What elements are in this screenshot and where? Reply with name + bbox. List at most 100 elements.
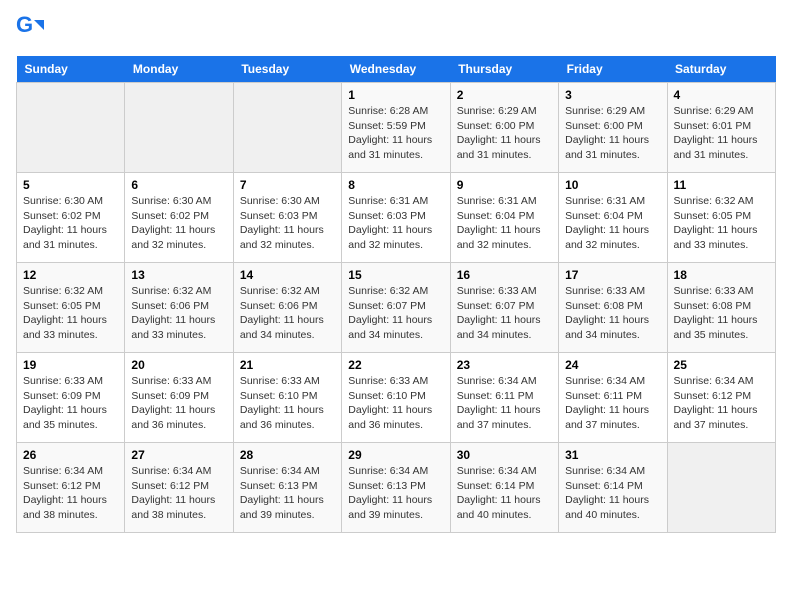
calendar-cell (667, 443, 775, 533)
day-info: Sunrise: 6:33 AMSunset: 6:09 PMDaylight:… (23, 374, 118, 433)
day-info: Sunrise: 6:29 AMSunset: 6:00 PMDaylight:… (565, 104, 660, 163)
calendar-cell (125, 83, 233, 173)
weekday-header-monday: Monday (125, 56, 233, 83)
calendar-cell: 20Sunrise: 6:33 AMSunset: 6:09 PMDayligh… (125, 353, 233, 443)
day-info: Sunrise: 6:28 AMSunset: 5:59 PMDaylight:… (348, 104, 443, 163)
day-info: Sunrise: 6:34 AMSunset: 6:11 PMDaylight:… (457, 374, 552, 433)
day-number: 6 (131, 178, 226, 192)
day-info: Sunrise: 6:33 AMSunset: 6:07 PMDaylight:… (457, 284, 552, 343)
day-info: Sunrise: 6:33 AMSunset: 6:10 PMDaylight:… (348, 374, 443, 433)
day-info: Sunrise: 6:32 AMSunset: 6:05 PMDaylight:… (674, 194, 769, 253)
day-info: Sunrise: 6:34 AMSunset: 6:13 PMDaylight:… (240, 464, 335, 523)
day-number: 9 (457, 178, 552, 192)
page-header: G (16, 16, 776, 44)
calendar-cell: 12 Sunrise: 6:32 AMSunset: 6:05 PMDayligh… (17, 263, 125, 353)
day-number: 31 (565, 448, 660, 462)
day-info: Sunrise: 6:33 AMSunset: 6:09 PMDaylight:… (131, 374, 226, 433)
day-info: Sunrise: 6:33 AMSunset: 6:08 PMDaylight:… (565, 284, 660, 343)
calendar-table: SundayMondayTuesdayWednesdayThursdayFrid… (16, 56, 776, 533)
day-info: Sunrise: 6:34 AMSunset: 6:12 PMDaylight:… (23, 464, 118, 523)
calendar-header: SundayMondayTuesdayWednesdayThursdayFrid… (17, 56, 776, 83)
calendar-cell (17, 83, 125, 173)
calendar-cell: 19 Sunrise: 6:33 AMSunset: 6:09 PMDayligh… (17, 353, 125, 443)
weekday-header-sunday: Sunday (17, 56, 125, 83)
day-number: 14 (240, 268, 335, 282)
calendar-cell: 21 Sunrise: 6:33 AMSunset: 6:10 PMDayligh… (233, 353, 341, 443)
calendar-cell: 30 Sunrise: 6:34 AMSunset: 6:14 PMDayligh… (450, 443, 558, 533)
calendar-week-4: 19 Sunrise: 6:33 AMSunset: 6:09 PMDayligh… (17, 353, 776, 443)
weekday-header-tuesday: Tuesday (233, 56, 341, 83)
day-info: Sunrise: 6:34 AMSunset: 6:14 PMDaylight:… (457, 464, 552, 523)
calendar-cell: 24 Sunrise: 6:34 AMSunset: 6:11 PMDayligh… (559, 353, 667, 443)
calendar-cell (233, 83, 341, 173)
day-number: 15 (348, 268, 443, 282)
calendar-cell: 7Sunrise: 6:30 AMSunset: 6:03 PMDaylight… (233, 173, 341, 263)
day-info: Sunrise: 6:34 AMSunset: 6:14 PMDaylight:… (565, 464, 660, 523)
day-info: Sunrise: 6:32 AMSunset: 6:07 PMDaylight:… (348, 284, 443, 343)
day-info: Sunrise: 6:33 AMSunset: 6:10 PMDaylight:… (240, 374, 335, 433)
day-number: 24 (565, 358, 660, 372)
day-number: 11 (674, 178, 769, 192)
calendar-week-3: 12 Sunrise: 6:32 AMSunset: 6:05 PMDayligh… (17, 263, 776, 353)
calendar-cell: 4Sunrise: 6:29 AMSunset: 6:01 PMDaylight… (667, 83, 775, 173)
day-number: 13 (131, 268, 226, 282)
day-info: Sunrise: 6:33 AMSunset: 6:08 PMDaylight:… (674, 284, 769, 343)
day-number: 1 (348, 88, 443, 102)
day-number: 3 (565, 88, 660, 102)
weekday-header-saturday: Saturday (667, 56, 775, 83)
calendar-cell: 27Sunrise: 6:34 AMSunset: 6:12 PMDayligh… (125, 443, 233, 533)
day-number: 12 (23, 268, 118, 282)
calendar-cell: 16 Sunrise: 6:33 AMSunset: 6:07 PMDayligh… (450, 263, 558, 353)
calendar-cell: 29Sunrise: 6:34 AMSunset: 6:13 PMDayligh… (342, 443, 450, 533)
calendar-week-1: 1 Sunrise: 6:28 AMSunset: 5:59 PMDaylight… (17, 83, 776, 173)
calendar-cell: 15 Sunrise: 6:32 AMSunset: 6:07 PMDayligh… (342, 263, 450, 353)
day-number: 29 (348, 448, 443, 462)
calendar-cell: 23 Sunrise: 6:34 AMSunset: 6:11 PMDayligh… (450, 353, 558, 443)
calendar-week-2: 5 Sunrise: 6:30 AMSunset: 6:02 PMDaylight… (17, 173, 776, 263)
calendar-cell: 28 Sunrise: 6:34 AMSunset: 6:13 PMDayligh… (233, 443, 341, 533)
day-info: Sunrise: 6:31 AMSunset: 6:03 PMDaylight:… (348, 194, 443, 253)
svg-text:G: G (16, 16, 33, 37)
weekday-header-friday: Friday (559, 56, 667, 83)
calendar-cell: 18 Sunrise: 6:33 AMSunset: 6:08 PMDayligh… (667, 263, 775, 353)
calendar-cell: 3 Sunrise: 6:29 AMSunset: 6:00 PMDaylight… (559, 83, 667, 173)
calendar-cell: 6 Sunrise: 6:30 AMSunset: 6:02 PMDaylight… (125, 173, 233, 263)
day-info: Sunrise: 6:29 AMSunset: 6:00 PMDaylight:… (457, 104, 552, 163)
calendar-cell: 11 Sunrise: 6:32 AMSunset: 6:05 PMDayligh… (667, 173, 775, 263)
weekday-row: SundayMondayTuesdayWednesdayThursdayFrid… (17, 56, 776, 83)
day-info: Sunrise: 6:30 AMSunset: 6:02 PMDaylight:… (131, 194, 226, 253)
calendar-cell: 5 Sunrise: 6:30 AMSunset: 6:02 PMDaylight… (17, 173, 125, 263)
day-info: Sunrise: 6:30 AMSunset: 6:03 PMDaylight:… (240, 194, 335, 253)
day-number: 10 (565, 178, 660, 192)
day-number: 28 (240, 448, 335, 462)
calendar-cell: 26 Sunrise: 6:34 AMSunset: 6:12 PMDayligh… (17, 443, 125, 533)
calendar-cell: 2Sunrise: 6:29 AMSunset: 6:00 PMDaylight… (450, 83, 558, 173)
day-number: 16 (457, 268, 552, 282)
day-info: Sunrise: 6:32 AMSunset: 6:06 PMDaylight:… (131, 284, 226, 343)
day-info: Sunrise: 6:34 AMSunset: 6:12 PMDaylight:… (674, 374, 769, 433)
calendar-cell: 1 Sunrise: 6:28 AMSunset: 5:59 PMDaylight… (342, 83, 450, 173)
weekday-header-thursday: Thursday (450, 56, 558, 83)
day-number: 18 (674, 268, 769, 282)
day-info: Sunrise: 6:34 AMSunset: 6:11 PMDaylight:… (565, 374, 660, 433)
day-number: 4 (674, 88, 769, 102)
calendar-cell: 8 Sunrise: 6:31 AMSunset: 6:03 PMDaylight… (342, 173, 450, 263)
day-number: 23 (457, 358, 552, 372)
day-number: 17 (565, 268, 660, 282)
calendar-cell: 25Sunrise: 6:34 AMSunset: 6:12 PMDayligh… (667, 353, 775, 443)
day-info: Sunrise: 6:34 AMSunset: 6:12 PMDaylight:… (131, 464, 226, 523)
day-number: 5 (23, 178, 118, 192)
weekday-header-wednesday: Wednesday (342, 56, 450, 83)
day-number: 30 (457, 448, 552, 462)
calendar-cell: 13 Sunrise: 6:32 AMSunset: 6:06 PMDayligh… (125, 263, 233, 353)
calendar-cell: 22Sunrise: 6:33 AMSunset: 6:10 PMDayligh… (342, 353, 450, 443)
calendar-body: 1 Sunrise: 6:28 AMSunset: 5:59 PMDaylight… (17, 83, 776, 533)
day-number: 19 (23, 358, 118, 372)
day-info: Sunrise: 6:32 AMSunset: 6:05 PMDaylight:… (23, 284, 118, 343)
day-number: 26 (23, 448, 118, 462)
day-number: 8 (348, 178, 443, 192)
calendar-cell: 14Sunrise: 6:32 AMSunset: 6:06 PMDayligh… (233, 263, 341, 353)
calendar-week-5: 26 Sunrise: 6:34 AMSunset: 6:12 PMDayligh… (17, 443, 776, 533)
day-info: Sunrise: 6:30 AMSunset: 6:02 PMDaylight:… (23, 194, 118, 253)
day-number: 21 (240, 358, 335, 372)
